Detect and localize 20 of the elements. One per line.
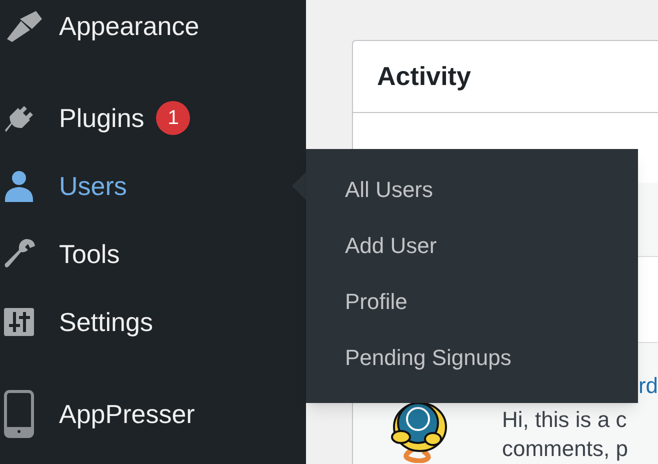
comment-text: comments, p [502, 435, 629, 463]
submenu-item[interactable]: Add User [306, 217, 638, 273]
sidebar-item[interactable]: Users [0, 152, 306, 220]
submenu-item[interactable]: Pending Signups [306, 329, 638, 385]
sidebar-item[interactable]: Settings [0, 288, 306, 356]
sidebar-item[interactable]: Appearance [0, 0, 306, 60]
author-link[interactable]: rd [638, 373, 658, 398]
wrench-icon [4, 238, 36, 270]
phone-icon [4, 390, 34, 438]
submenu-item[interactable]: Profile [306, 273, 638, 329]
sidebar-item[interactable]: AppPresser [0, 380, 306, 448]
sliders-icon [4, 308, 34, 336]
sidebar-item[interactable]: Tools [0, 220, 306, 288]
paintbrush-icon [4, 9, 42, 43]
count-badge: 1 [156, 101, 190, 135]
user-icon [4, 170, 34, 202]
comment-text: Hi, this is a c [502, 406, 628, 434]
submenu-item[interactable]: All Users [306, 161, 638, 217]
card-title: Activity [377, 60, 471, 93]
sidebar-label: Plugins [59, 102, 144, 134]
